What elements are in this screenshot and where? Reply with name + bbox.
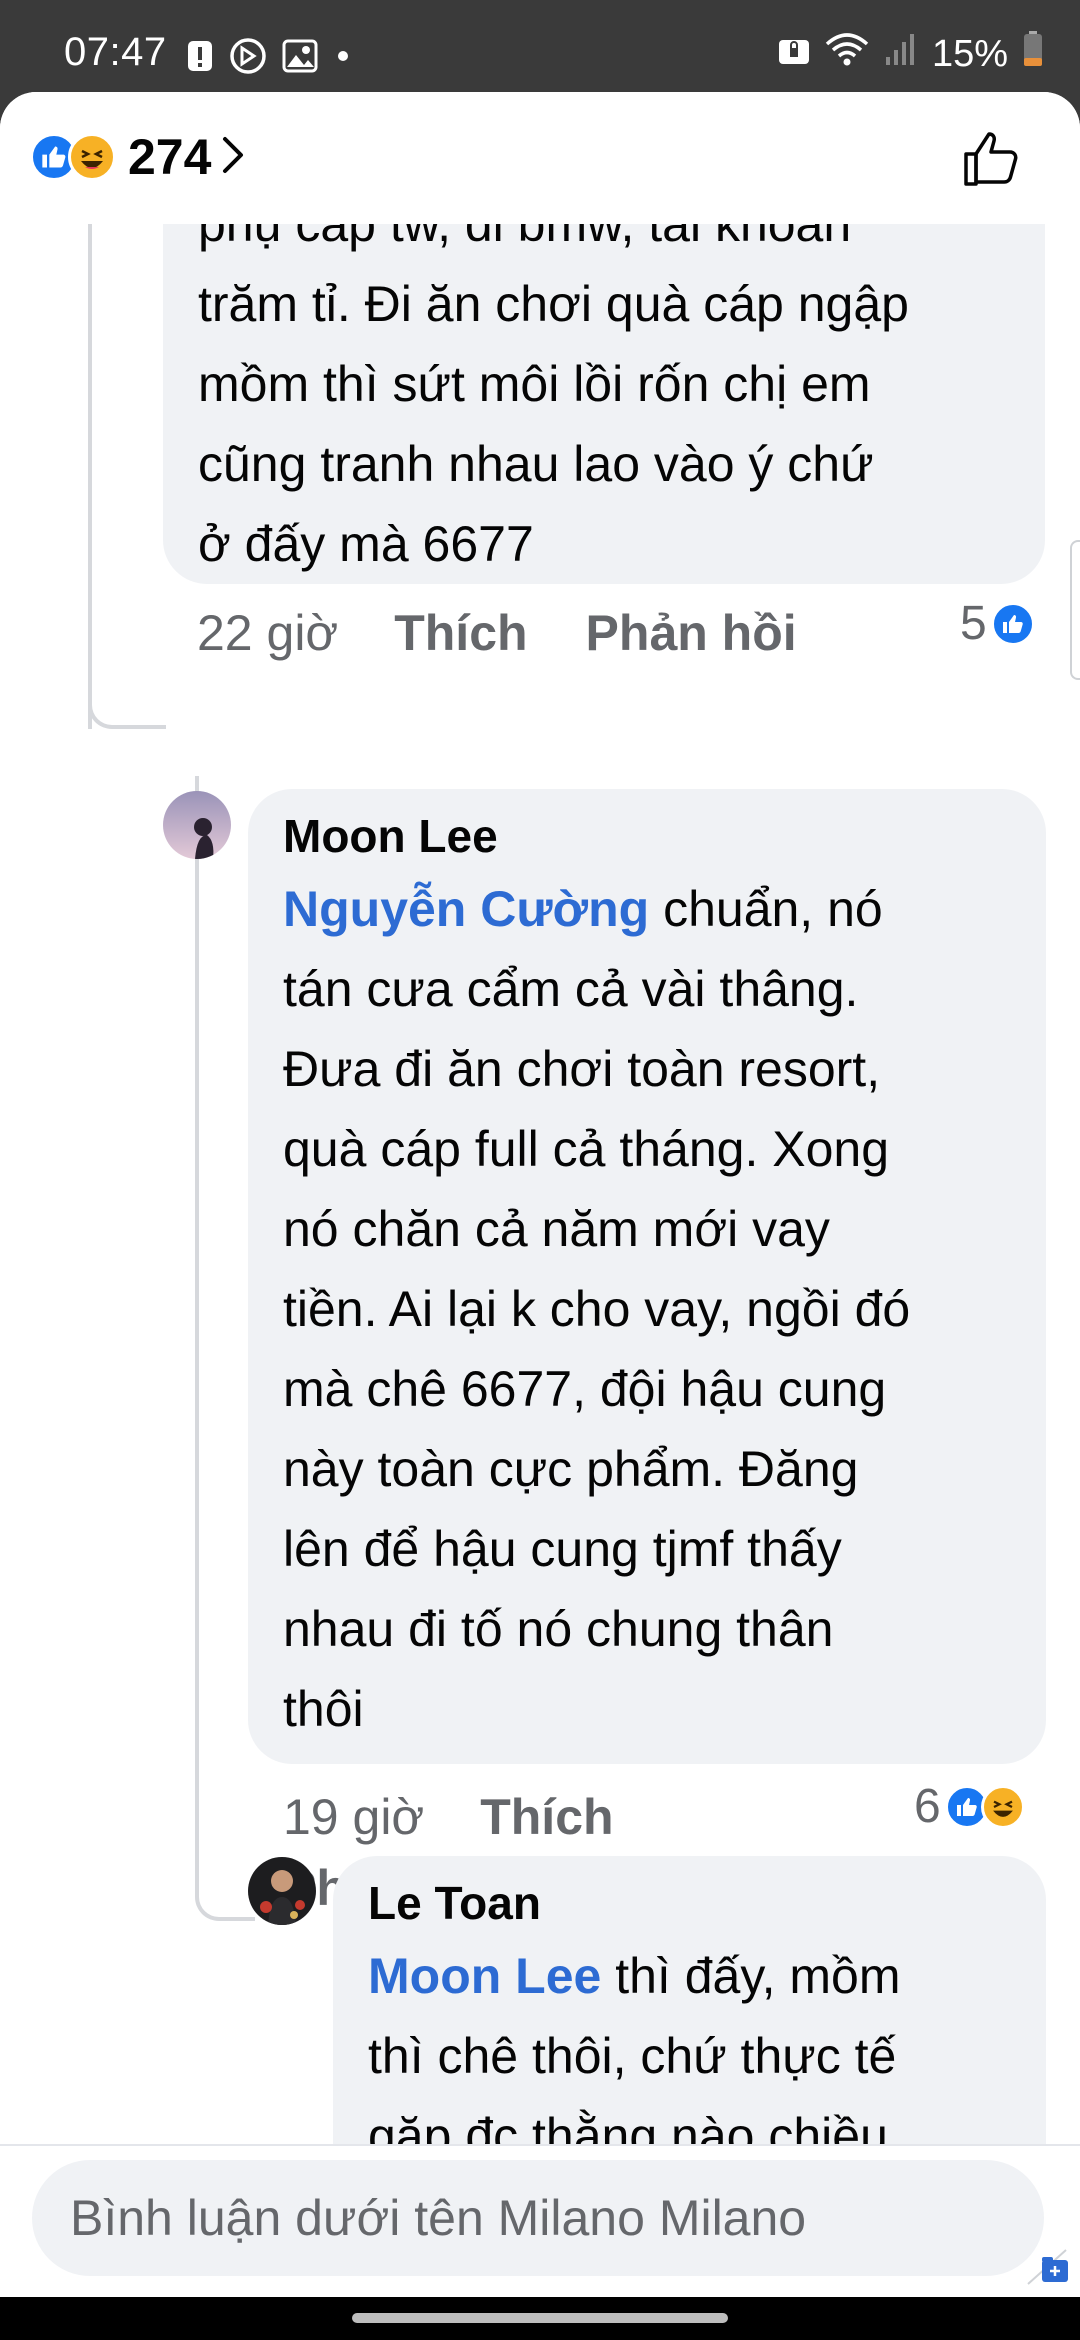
comment-line-rest: chuẩn, nó [649, 880, 883, 937]
comment-time: 19 giờ [283, 1789, 425, 1845]
comment-line: gặp đc thằng nào chiều [368, 2107, 888, 2144]
like-action[interactable]: Thích [394, 604, 527, 662]
signal-icon [884, 31, 918, 77]
battery-percent: 15% [931, 32, 1008, 75]
status-bar: 07:47 15% [0, 0, 1080, 92]
comment-line: Đưa đi ăn chơi toàn resort, [283, 1040, 881, 1097]
alert-icon [186, 39, 214, 78]
haha-reaction-icon [980, 1784, 1025, 1829]
reply-action[interactable]: Phản hồi [586, 604, 797, 662]
mention-link[interactable]: Moon Lee [368, 1948, 601, 2004]
comment-reactions[interactable]: 5 [960, 596, 1035, 651]
comment-line: Moon Lee thì đấy, mồm [368, 1936, 1016, 2016]
comment-line: trăm tỉ. Đi ăn chơi quà cáp ngập [198, 276, 909, 332]
battery-icon [1022, 30, 1044, 78]
comment-meta: 22 giờ Thích Phản hồi [197, 604, 797, 662]
comment-line: Nguyễn Cường chuẩn, nó [283, 869, 1016, 949]
reaction-count: 5 [960, 597, 987, 650]
wifi-icon [824, 30, 870, 78]
comments-list: phụ cấp tw, đi bmw, tài khoản trăm tỉ. Đ… [0, 224, 1080, 2144]
folder-icon[interactable] [1026, 2246, 1072, 2291]
reactions-header: 274 [0, 92, 1080, 224]
system-nav-bar [0, 2297, 1080, 2340]
comment-bubble[interactable]: phụ cấp tw, đi bmw, tài khoản trăm tỉ. Đ… [163, 224, 1045, 584]
comment-bubble[interactable]: Le Toan Moon Lee thì đấy, mồm thì chê th… [333, 1856, 1046, 2144]
dot-icon [332, 45, 354, 72]
status-left-icons [186, 36, 354, 81]
like-outline-icon[interactable] [960, 126, 1024, 190]
lock-icon [778, 33, 810, 76]
comment-line: tán cưa cẩm cả vài thâng. [283, 960, 859, 1017]
haha-reaction-icon [68, 133, 116, 181]
status-right: 15% [778, 30, 1044, 78]
chevron-right-icon [221, 135, 245, 180]
comment-text: phụ cấp tw, đi bmw, tài khoản trăm tỉ. Đ… [198, 224, 1007, 584]
comment-line: nhau đi tố nó chung thân [283, 1600, 834, 1657]
comments-sheet: 274 phụ cấp tw, đi bmw, tài khoản trăm t… [0, 92, 1080, 2297]
home-indicator[interactable] [352, 2313, 728, 2323]
comment-text: Nguyễn Cường chuẩn, nó tán cưa cẩm cả và… [283, 869, 1016, 1749]
comment-line: tiền. Ai lại k cho vay, ngồi đó [283, 1280, 911, 1337]
comment-line: cũng tranh nhau lao vào ý chứ [198, 436, 874, 492]
comment-author[interactable]: Moon Lee [283, 807, 1016, 867]
comment-line: lên để hậu cung tjmf thấy [283, 1520, 842, 1577]
mention-link[interactable]: Nguyễn Cường [283, 881, 649, 937]
comment-text: Moon Lee thì đấy, mồm thì chê thôi, chứ … [368, 1936, 1016, 2144]
comment-line: ở đấy mà 6677 [198, 516, 534, 572]
comment-line: quà cáp full cả tháng. Xong [283, 1120, 890, 1177]
comment-reactions[interactable]: 6 [914, 1779, 1025, 1834]
timer-icon [228, 36, 268, 81]
like-action[interactable]: Thích [480, 1788, 613, 1846]
thread-line-reply [195, 776, 255, 1921]
comment-composer: Bình luận dưới tên Milano Milano [0, 2144, 1080, 2297]
comment-line: thôi [283, 1680, 364, 1737]
status-time: 07:47 [64, 30, 167, 74]
comment-line: mồm thì sứt môi lồi rốn chị em [198, 356, 871, 412]
image-icon [282, 39, 318, 78]
comment-line: mà chê 6677, đội hậu cung [283, 1360, 887, 1417]
comment-input[interactable]: Bình luận dưới tên Milano Milano [32, 2160, 1044, 2276]
reaction-count: 6 [914, 1780, 941, 1833]
comment-line: thì chê thôi, chứ thực tế [368, 2027, 897, 2084]
thread-line-main [88, 224, 92, 729]
comment-author[interactable]: Le Toan [368, 1874, 1016, 1934]
comment-line: phụ cấp tw, đi bmw, tài khoản [198, 224, 852, 252]
comment-line-rest: thì đấy, mồm [601, 1947, 901, 2004]
avatar[interactable] [248, 1857, 316, 1925]
comment-line: nó chăn cả năm mới vay [283, 1200, 830, 1257]
comment-bubble[interactable]: Moon Lee Nguyễn Cường chuẩn, nó tán cưa … [248, 789, 1046, 1764]
comment-line: này toàn cực phẩm. Đăng [283, 1440, 859, 1497]
like-reaction-icon [990, 601, 1035, 646]
thread-connector [88, 689, 166, 729]
comment-time: 22 giờ [197, 605, 339, 661]
reactions-summary[interactable]: 274 [30, 128, 245, 186]
scrollbar[interactable] [1070, 540, 1080, 680]
comment-meta: 19 giờ Thích [283, 1788, 614, 1846]
avatar[interactable] [163, 791, 231, 859]
reaction-count: 274 [128, 129, 212, 185]
